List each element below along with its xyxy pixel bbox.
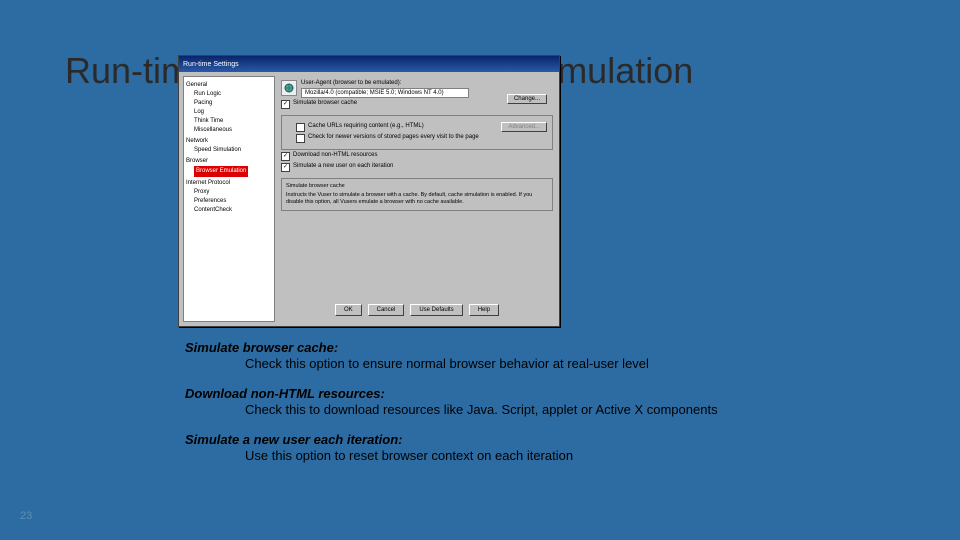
- description-box: Simulate browser cache Instructs the Vus…: [281, 178, 553, 211]
- cancel-button[interactable]: Cancel: [368, 304, 405, 316]
- user-agent-value: Mozilla/4.0 (compatible; MSIE 5.0; Windo…: [301, 88, 469, 98]
- ok-button[interactable]: OK: [335, 304, 362, 316]
- globe-icon: [281, 80, 297, 96]
- tree-item-browser-emulation[interactable]: Browser Emulation: [194, 166, 272, 177]
- description-heading: Simulate browser cache: [286, 183, 548, 190]
- tree-group-internet[interactable]: Internet Protocol: [186, 179, 272, 188]
- tree-item-log[interactable]: Log: [194, 108, 272, 117]
- change-button[interactable]: Change...: [507, 94, 547, 104]
- download-nonhtml-checkbox[interactable]: ✓Download non-HTML resources: [281, 152, 555, 161]
- cache-options-group: Cache URLs requiring content (e.g., HTML…: [281, 115, 553, 150]
- tree-group-browser[interactable]: Browser: [186, 157, 272, 166]
- dialog-button-row: OK Cancel Use Defaults Help: [279, 304, 555, 316]
- explanatory-notes: Simulate browser cache: Check this optio…: [185, 340, 905, 478]
- settings-tree[interactable]: General Run Logic Pacing Log Think Time …: [183, 76, 275, 322]
- runtime-settings-dialog: Run-time Settings General Run Logic Paci…: [178, 55, 560, 327]
- tree-item-contentcheck[interactable]: ContentCheck: [194, 206, 272, 215]
- dialog-titlebar: Run-time Settings: [179, 56, 559, 72]
- note-cache: Simulate browser cache: Check this optio…: [185, 340, 905, 372]
- help-button[interactable]: Help: [469, 304, 499, 316]
- note-newuser: Simulate a new user each iteration: Use …: [185, 432, 905, 464]
- description-body: Instructs the Vuser to simulate a browse…: [286, 192, 548, 206]
- browser-emulation-panel: User-Agent (browser to be emulated): Moz…: [279, 76, 555, 322]
- tree-item-runlogic[interactable]: Run Logic: [194, 90, 272, 99]
- tree-item-speedsim[interactable]: Speed Simulation: [194, 146, 272, 155]
- tree-item-proxy[interactable]: Proxy: [194, 188, 272, 197]
- advanced-button: Advanced...: [501, 122, 547, 132]
- tree-group-general[interactable]: General: [186, 81, 272, 90]
- simulate-new-user-checkbox[interactable]: ✓Simulate a new user on each iteration: [281, 163, 555, 172]
- tree-item-pacing[interactable]: Pacing: [194, 99, 272, 108]
- tree-item-thinktime[interactable]: Think Time: [194, 117, 272, 126]
- tree-group-network[interactable]: Network: [186, 137, 272, 146]
- tree-item-preferences[interactable]: Preferences: [194, 197, 272, 206]
- note-download: Download non-HTML resources: Check this …: [185, 386, 905, 418]
- user-agent-label: User-Agent (browser to be emulated):: [301, 80, 469, 86]
- page-number: 23: [20, 510, 32, 522]
- use-defaults-button[interactable]: Use Defaults: [410, 304, 462, 316]
- check-newer-checkbox[interactable]: Check for newer versions of stored pages…: [296, 134, 548, 143]
- tree-item-misc[interactable]: Miscellaneous: [194, 126, 272, 135]
